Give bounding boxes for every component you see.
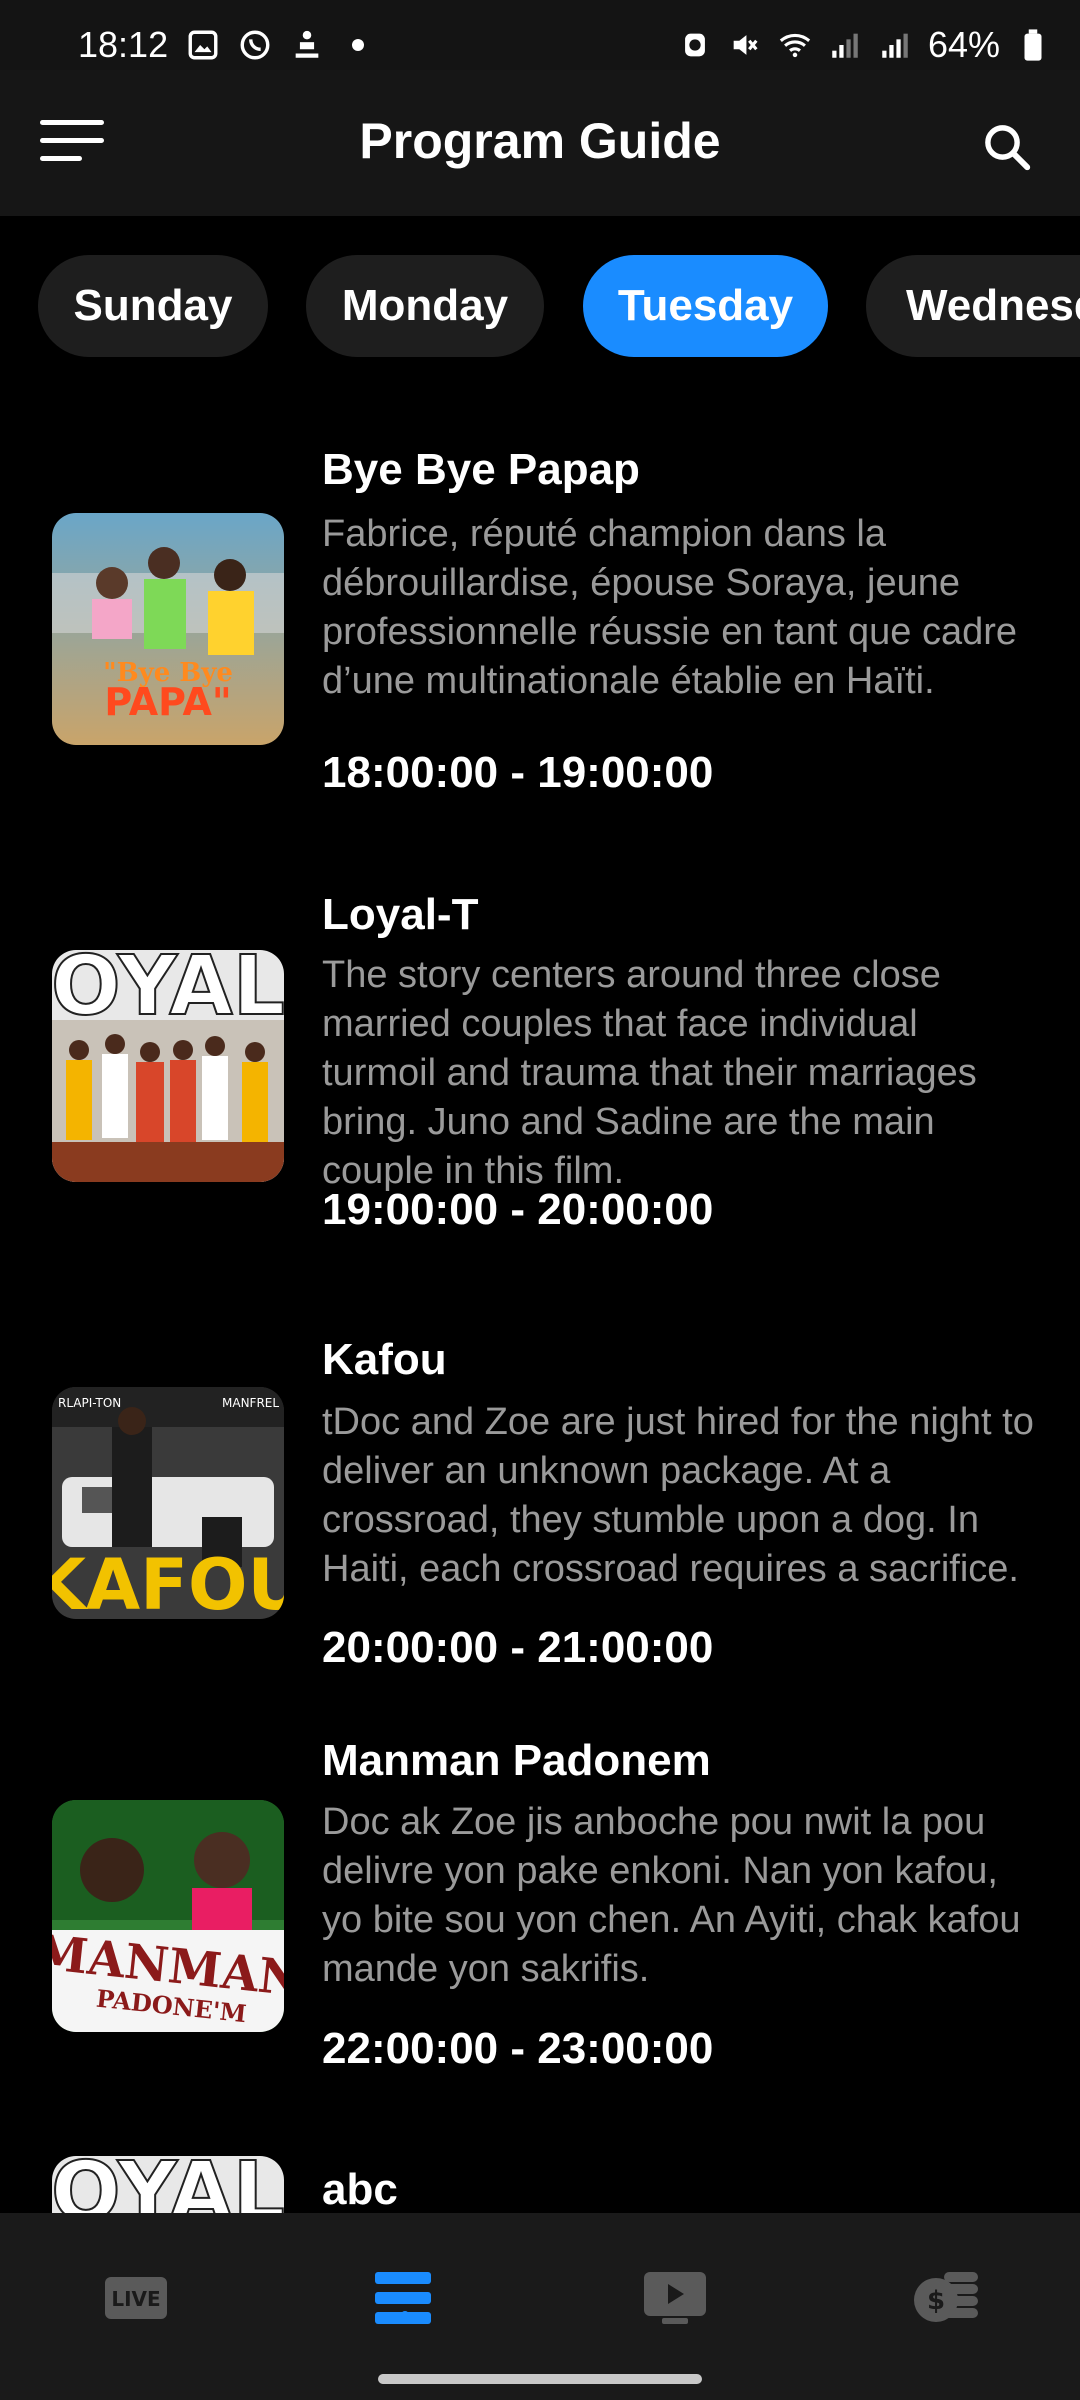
program-time: 22:00:00 - 23:00:00 xyxy=(322,2024,714,2073)
live-icon: LIVE xyxy=(105,2277,167,2319)
page-title: Program Guide xyxy=(359,113,721,169)
gallery-icon xyxy=(188,30,218,60)
money-coins-icon: $ xyxy=(914,2272,978,2322)
nav-videos[interactable] xyxy=(615,2253,735,2343)
program-title: Bye Bye Papap xyxy=(322,445,640,494)
program-description: Fabrice, réputé champion dans la débroui… xyxy=(322,513,1018,702)
gesture-home-bar[interactable] xyxy=(378,2374,702,2384)
svg-text:RLAPI-TON: RLAPI-TON xyxy=(58,1396,121,1410)
program-description: Doc ak Zoe jis anboche pou nwit la pou d… xyxy=(322,1801,1021,1990)
program-poster: "Bye Bye PAPA" xyxy=(52,513,284,745)
tab-wednesday[interactable]: Wednesday xyxy=(866,255,1080,357)
nav-donate[interactable]: $ xyxy=(886,2253,1006,2343)
program-title: abc xyxy=(322,2165,398,2213)
svg-text:$: $ xyxy=(927,2286,945,2316)
program-poster: RLAPI-TON MANFREL KAFOU xyxy=(52,1387,284,1619)
program-poster: MANMAN PADONE'M xyxy=(52,1800,284,2032)
bottom-nav: LIVE $ xyxy=(0,2213,1080,2400)
program-title: Manman Padonem xyxy=(322,1736,711,1785)
program-title: Kafou xyxy=(322,1335,447,1384)
svg-text:MANFREL: MANFREL xyxy=(222,1396,279,1410)
program-time: 20:00:00 - 21:00:00 xyxy=(322,1623,714,1672)
alarm-icon xyxy=(685,33,705,57)
program-poster: OYAL xyxy=(52,2156,284,2213)
battery-percent: 64% xyxy=(927,24,1000,65)
whatsapp-icon xyxy=(240,30,270,60)
active-nav-indicator xyxy=(401,2311,409,2319)
status-time: 18:12 xyxy=(78,24,169,65)
program-time: 18:00:00 - 19:00:00 xyxy=(322,748,714,797)
svg-text:PAPA": PAPA" xyxy=(104,680,231,724)
nav-live[interactable]: LIVE xyxy=(76,2253,196,2343)
search-icon[interactable] xyxy=(980,120,1034,174)
app-bar: Program Guide xyxy=(0,70,1080,216)
signal-icon-2 xyxy=(882,33,908,58)
program-poster: OYAL xyxy=(52,950,284,1182)
battery-icon xyxy=(1024,29,1042,61)
mute-icon xyxy=(733,35,758,55)
svg-text:LIVE: LIVE xyxy=(111,2287,160,2311)
svg-text:OYAL: OYAL xyxy=(52,2156,284,2213)
wifi-icon xyxy=(779,33,811,58)
nav-guide[interactable] xyxy=(343,2253,463,2343)
tab-sunday[interactable]: Sunday xyxy=(38,255,268,357)
program-time: 19:00:00 - 20:00:00 xyxy=(322,1185,714,1234)
program-title: Loyal-T xyxy=(322,890,479,939)
tab-tuesday[interactable]: Tuesday xyxy=(583,255,828,357)
program-description: tDoc and Zoe are just hired for the nigh… xyxy=(322,1401,1034,1590)
svg-text:KAFOU: KAFOU xyxy=(52,1544,284,1619)
program-list: "Bye Bye PAPA" Bye Bye Papap Fabrice, ré… xyxy=(0,430,1080,2213)
app-notification-icon xyxy=(295,30,319,58)
signal-icon-1 xyxy=(832,33,858,58)
day-tabs: Sunday Monday Tuesday Wednesday xyxy=(0,255,1080,359)
program-description: The story centers around three close mar… xyxy=(322,954,977,1192)
tab-monday[interactable]: Monday xyxy=(306,255,544,357)
more-notifications-dot xyxy=(352,39,365,51)
video-play-icon xyxy=(644,2272,706,2324)
